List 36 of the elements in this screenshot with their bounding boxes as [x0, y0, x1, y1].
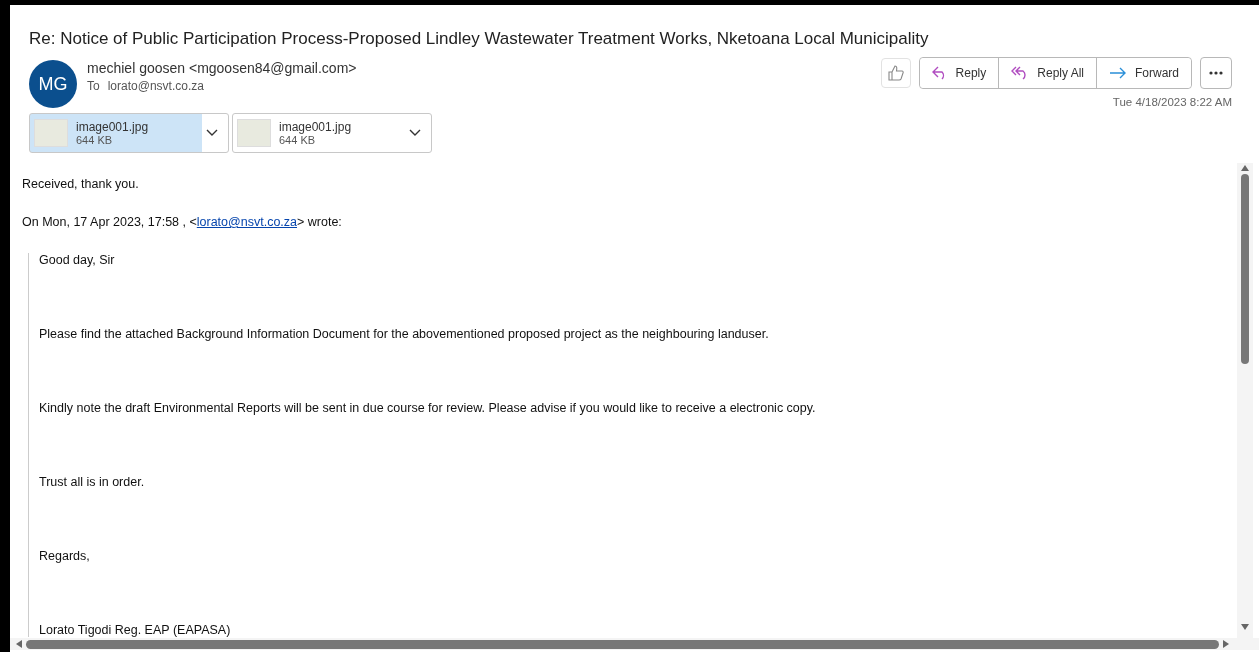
sender-name: mechiel goosen <mgoosen84@gmail.com>: [87, 59, 358, 76]
scroll-right-icon[interactable]: [1223, 640, 1229, 648]
reply-text: Received, thank you.: [22, 177, 140, 191]
email-subject: Re: Notice of Public Participation Process-Proposed Lindley Wastewater Treatment Works, Nketoana Local Municipality: [28, 28, 930, 49]
quoted-paragraph: Please find the attached Background Information Document for the abovementioned proposed project as the neighbouring landuser.: [39, 327, 770, 341]
email-link[interactable]: lorato@nsvt.co.za: [196, 215, 297, 229]
forward-button[interactable]: Forward: [1096, 58, 1191, 88]
image-thumbnail: [34, 119, 68, 147]
quote-intro: On Mon, 17 Apr 2023, 17:58 , <lorato@nsvt.co.za> wrote:: [22, 215, 343, 229]
recipient-address: lorato@nsvt.co.za: [107, 79, 204, 93]
thumbs-up-icon: [887, 65, 904, 81]
vertical-scrollbar-thumb[interactable]: [1241, 174, 1249, 364]
horizontal-scrollbar-thumb[interactable]: [26, 639, 1219, 649]
attachment-item[interactable]: image001.jpg 644 KB: [232, 113, 432, 153]
attachment-item[interactable]: image001.jpg 644 KB: [29, 113, 229, 153]
quoted-paragraph: Lorato Tigodi Reg. EAP (EAPASA): [39, 623, 232, 637]
like-button[interactable]: [880, 58, 911, 88]
sent-date: Tue 4/18/2023 8:22 AM: [1112, 96, 1232, 108]
quoted-paragraph: Kindly note the draft Environmental Reports will be sent in due course for review. Please advise if you would like to receive a electronic copy.: [39, 401, 817, 415]
attachment-size: 644 KB: [76, 134, 114, 146]
more-icon: [1209, 71, 1223, 75]
attachment-name: image001.jpg: [279, 120, 353, 134]
chevron-down-icon[interactable]: [409, 129, 421, 137]
chevron-down-icon[interactable]: [206, 129, 218, 137]
quoted-paragraph: Good day, Sir: [39, 253, 116, 267]
attachment-size: 644 KB: [279, 134, 317, 146]
quoted-paragraph: Trust all is in order.: [39, 475, 146, 489]
quoted-paragraph: Regards,: [39, 549, 91, 563]
right-arrow-icon: [1109, 67, 1127, 79]
scroll-up-icon[interactable]: [1241, 165, 1249, 171]
attachment-name: image001.jpg: [76, 120, 150, 134]
scroll-down-icon[interactable]: [1241, 624, 1249, 630]
to-label: To: [87, 79, 100, 93]
scroll-left-icon[interactable]: [16, 640, 22, 648]
image-thumbnail: [237, 119, 271, 147]
sender-avatar: MG: [29, 60, 77, 108]
